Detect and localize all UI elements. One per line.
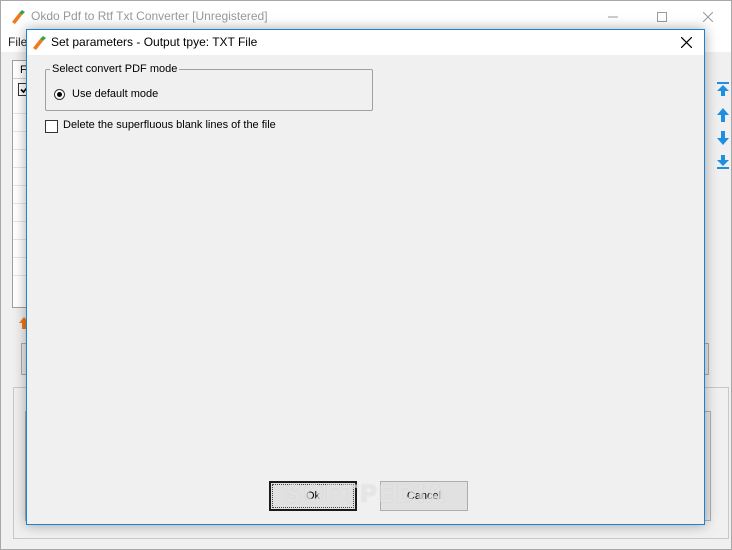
dialog-title: Set parameters - Output tpye: TXT File xyxy=(51,35,258,49)
close-icon xyxy=(703,11,713,22)
set-parameters-dialog: Set parameters - Output tpye: TXT File S… xyxy=(26,29,705,525)
main-titlebar: Okdo Pdf to Rtf Txt Converter [Unregiste… xyxy=(1,1,731,32)
convert-mode-groupbox: Select convert PDF mode Use default mode xyxy=(45,63,373,111)
maximize-icon xyxy=(657,11,667,22)
groupbox-legend: Select convert PDF mode xyxy=(50,63,180,75)
dialog-close-button[interactable] xyxy=(669,30,703,55)
list-row-divider xyxy=(13,221,27,222)
list-row-divider xyxy=(13,167,27,168)
list-row-divider xyxy=(13,275,27,276)
list-row-divider xyxy=(13,113,27,114)
close-icon xyxy=(680,37,692,48)
default-mode-radio-label[interactable]: Use default mode xyxy=(72,88,158,100)
minimize-button[interactable] xyxy=(590,1,636,32)
default-mode-radio[interactable] xyxy=(54,89,65,100)
cancel-button-label: Cancel xyxy=(406,490,442,502)
delete-blank-lines-label[interactable]: Delete the superfluous blank lines of th… xyxy=(63,119,276,131)
maximize-button[interactable] xyxy=(639,1,685,32)
move-top-icon[interactable] xyxy=(715,81,731,97)
list-row-divider xyxy=(13,203,27,204)
main-window-title: Okdo Pdf to Rtf Txt Converter [Unregiste… xyxy=(31,9,268,23)
list-row-divider xyxy=(13,257,27,258)
delete-blank-lines-checkbox[interactable] xyxy=(45,120,58,133)
minimize-icon xyxy=(608,16,618,17)
list-row-divider xyxy=(13,149,27,150)
main-close-button[interactable] xyxy=(685,1,731,32)
move-bottom-icon[interactable] xyxy=(715,154,731,170)
move-up-icon[interactable] xyxy=(715,107,731,123)
ok-button-label: Ok xyxy=(305,490,321,502)
menu-file[interactable]: File xyxy=(8,35,27,49)
list-row-divider xyxy=(13,131,27,132)
move-down-icon[interactable] xyxy=(715,130,731,146)
okdo-app-icon xyxy=(33,36,46,50)
dialog-titlebar: Set parameters - Output tpye: TXT File xyxy=(27,30,704,55)
ok-button[interactable]: Ok xyxy=(269,481,357,511)
list-row-divider xyxy=(13,239,27,240)
list-row-divider xyxy=(13,185,27,186)
okdo-app-icon xyxy=(12,10,25,24)
cancel-button[interactable]: Cancel xyxy=(380,481,468,511)
